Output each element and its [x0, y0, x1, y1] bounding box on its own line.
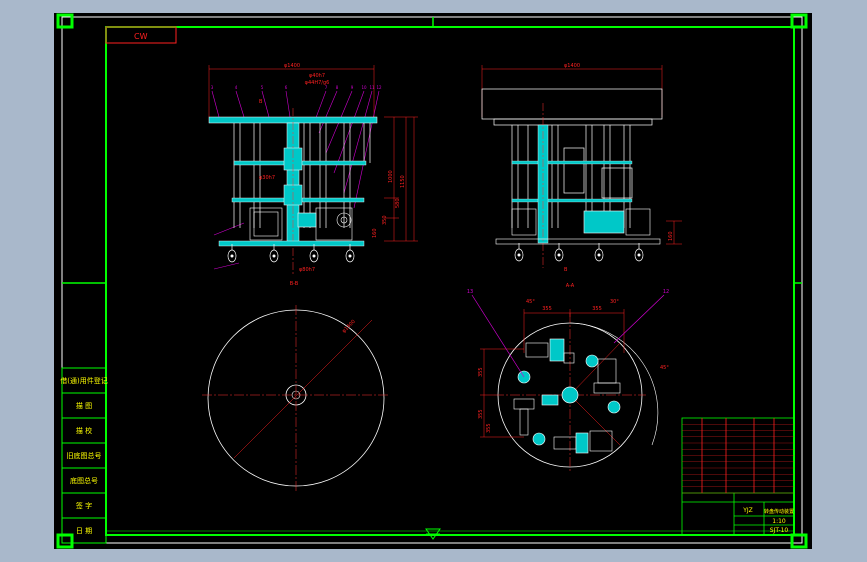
caster-wheel — [634, 243, 644, 262]
title-block-scale: 1:10 — [772, 518, 786, 525]
side-table-row: 签 字 — [76, 501, 92, 510]
cad-drawing: CW 借(通)用件登记 描 图 描 校 旧底图总号 底图总号 签 字 日 期 Y… — [56, 13, 808, 549]
front-balloon: 6 — [285, 85, 288, 90]
caster-wheel — [269, 244, 279, 263]
drawing-viewport[interactable]: CW 借(通)用件登记 描 图 描 校 旧底图总号 底图总号 签 字 日 期 Y… — [54, 13, 812, 549]
caster-wheel — [554, 243, 564, 262]
section-balloon: 13 — [467, 289, 473, 295]
front-height-dim: 160 — [372, 228, 378, 238]
caster-wheel — [594, 243, 604, 262]
side-table-row: 底图总号 — [70, 476, 98, 485]
front-balloon: 10 — [361, 85, 367, 90]
front-height-dim: 350 — [382, 215, 388, 225]
section-dim-left: 355 — [486, 423, 492, 433]
front-width-dim: φ1400 — [284, 63, 300, 69]
front-balloon: 9 — [351, 85, 354, 90]
side-view: φ1400 160 B — [481, 63, 682, 273]
drawing-frame — [56, 13, 808, 549]
front-shaft-mid-dim: φ30h7 — [259, 175, 275, 181]
front-height-dim: 1150 — [400, 175, 406, 188]
front-view: φ1400 φ40h7 φ44H7/g6 3 4 5 6 7 8 9 10 11 12 — [208, 63, 418, 287]
section-dim-left: 355 — [478, 367, 484, 377]
section-angle: 30° — [610, 299, 619, 305]
front-section-label: B-B — [290, 281, 299, 287]
plan-view — [202, 305, 390, 491]
front-balloon: 7 — [325, 85, 328, 90]
section-angle: 45° — [526, 299, 535, 305]
caster-wheel — [514, 243, 524, 262]
side-table-row: 日 期 — [76, 527, 92, 535]
caster-wheel — [309, 244, 319, 263]
outer-border — [61, 16, 803, 544]
side-table-row: 描 校 — [76, 426, 92, 435]
section-dim-left: 355 — [478, 409, 484, 419]
side-casters — [514, 243, 644, 262]
section-view — [471, 294, 665, 473]
section-dim-top: 355 — [542, 306, 552, 312]
caster-wheel — [345, 244, 355, 263]
front-shaft-top-dim: φ40h7 — [309, 73, 325, 79]
side-revision-table: 借(通)用件登记 描 图 描 校 旧底图总号 底图总号 签 字 日 期 — [60, 367, 108, 544]
front-balloon: 4 — [235, 85, 238, 90]
side-width-dim: φ1400 — [564, 63, 580, 69]
triangle-marker-icon — [425, 528, 441, 540]
front-height-dim: 580 — [395, 198, 401, 208]
front-section-mark: B — [259, 99, 263, 105]
section-dim-top: 355 — [592, 306, 602, 312]
title-block-title: 转盘传动装置 — [764, 508, 794, 515]
corner-mark-bl — [56, 533, 74, 549]
front-balloon: 3 — [211, 85, 214, 90]
side-cut-mark: B — [564, 267, 568, 273]
front-balloon: 8 — [336, 85, 339, 90]
caster-wheel — [227, 244, 237, 263]
section-angle: 45° — [660, 365, 669, 371]
front-shaft-bottom-dim: φ80h7 — [299, 267, 315, 273]
front-balloon: 5 — [261, 85, 264, 90]
front-casters — [227, 244, 355, 263]
title-block-drawing-no: SJT-10 — [770, 527, 789, 534]
section-label: A-A — [566, 283, 575, 289]
title-block-rows — [682, 424, 794, 494]
section-balloon: 12 — [663, 289, 669, 295]
front-height-dim: 1000 — [388, 170, 394, 183]
side-table-row: 描 图 — [76, 401, 92, 410]
side-height-dim: 160 — [668, 231, 674, 241]
side-table-row: 旧底图总号 — [67, 451, 102, 460]
title-block-subtitle: YJZ — [742, 507, 753, 514]
front-balloons: 3 4 5 6 7 8 9 10 11 12 — [211, 85, 382, 90]
corner-mark-br — [790, 533, 808, 549]
front-balloon: 12 — [376, 85, 382, 90]
side-table-row: 借(通)用件登记 — [60, 376, 107, 385]
front-balloon: 11 — [369, 85, 375, 90]
code-box-label: CW — [134, 32, 148, 41]
